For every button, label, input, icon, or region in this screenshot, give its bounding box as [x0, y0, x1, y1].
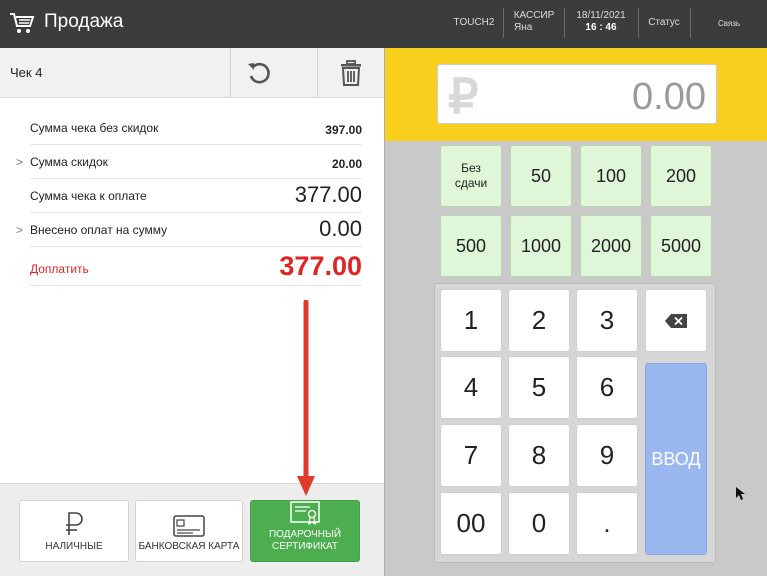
connection-status[interactable]: Связь	[706, 18, 752, 46]
payment-panel: ₽ 0.00 Без сдачи 50 100 200 500 1000 2000…	[384, 48, 767, 576]
key-decimal[interactable]: .	[576, 492, 638, 555]
amount-area: ₽ 0.00	[385, 48, 767, 141]
mouse-cursor-icon	[736, 487, 745, 500]
quick-amount-100[interactable]: 100	[580, 145, 642, 207]
row-due: Доплатить 377.00	[30, 248, 362, 286]
chevron-right-icon: >	[16, 155, 24, 169]
cart-icon	[10, 13, 35, 33]
check-header: Чек 4	[0, 48, 384, 98]
quick-amount-1000[interactable]: 1000	[510, 215, 572, 277]
cash-label: НАЛИЧНЫЕ	[45, 541, 103, 552]
no-change-label-1: Без	[461, 161, 481, 175]
delete-button[interactable]	[317, 48, 384, 98]
key-6[interactable]: 6	[576, 356, 638, 419]
gift-certificate-button[interactable]: ПОДАРОЧНЫЙ СЕРТИФИКАТ	[250, 500, 360, 562]
backspace-icon	[665, 313, 687, 328]
row-total-to-pay: Сумма чека к оплате 377.00	[30, 179, 362, 213]
top-bar: Продажа TOUCH2 КАССИР Яна 18/11/2021 16 …	[0, 0, 767, 48]
annotation-arrow-icon	[297, 300, 315, 496]
gift-label-1: ПОДАРОЧНЫЙ	[268, 529, 342, 540]
no-change-label-2: сдачи	[454, 176, 488, 190]
row-label: Внесено оплат на сумму	[30, 223, 168, 237]
backspace-button[interactable]	[645, 289, 707, 352]
quick-amount-500[interactable]: 500	[440, 215, 502, 277]
quick-amount-200[interactable]: 200	[650, 145, 712, 207]
page-title: Продажа	[44, 11, 124, 32]
certificate-icon	[290, 501, 320, 525]
row-label: Сумма чека к оплате	[30, 189, 147, 203]
row-label: Доплатить	[30, 262, 89, 276]
check-title: Чек 4	[10, 65, 43, 80]
cashier-label: КАССИР	[513, 10, 555, 21]
key-1[interactable]: 1	[440, 289, 502, 352]
row-value: 377.00	[294, 182, 362, 207]
key-5[interactable]: 5	[508, 356, 570, 419]
row-value: 397.00	[325, 123, 362, 137]
ruble-icon: ₽	[448, 71, 479, 124]
cashier-info: КАССИР Яна	[508, 10, 560, 38]
trash-icon	[341, 60, 361, 86]
quick-amount-2000[interactable]: 2000	[580, 215, 642, 277]
key-9[interactable]: 9	[576, 424, 638, 487]
ruble-icon	[66, 512, 83, 535]
date: 18/11/2021	[576, 10, 626, 21]
amount-value: 0.00	[632, 76, 706, 118]
check-panel: Чек 4 Сумма чека без скидок 397.00 > Сум…	[0, 48, 384, 576]
key-2[interactable]: 2	[508, 289, 570, 352]
bank-card-icon	[173, 515, 205, 537]
device-name: TOUCH2	[453, 17, 495, 28]
key-4[interactable]: 4	[440, 356, 502, 419]
key-3[interactable]: 3	[576, 289, 638, 352]
row-value: 0.00	[319, 216, 362, 241]
cashier-name: Яна	[514, 22, 533, 33]
amount-input[interactable]: ₽ 0.00	[437, 64, 717, 124]
payment-methods: НАЛИЧНЫЕ БАНКОВСКАЯ КАРТА ПОДАРОЧНЫЙ СЕР…	[0, 483, 384, 576]
chevron-right-icon: >	[16, 223, 24, 237]
numpad: 1 2 3 4 5 6 7 8 9 00 0 . ВВОД	[434, 283, 716, 563]
date-time: 18/11/2021 16 : 46	[568, 10, 634, 38]
gift-label-2: СЕРТИФИКАТ	[271, 541, 339, 552]
key-7[interactable]: 7	[440, 424, 502, 487]
undo-button[interactable]	[230, 48, 287, 98]
row-value: 20.00	[331, 157, 362, 171]
row-label: Сумма чека без скидок	[30, 121, 159, 135]
key-8[interactable]: 8	[508, 424, 570, 487]
row-discounts[interactable]: > Сумма скидок 20.00	[16, 145, 362, 179]
row-total-no-discount: Сумма чека без скидок 397.00	[30, 111, 362, 145]
row-label: Сумма скидок	[30, 155, 108, 169]
row-paid[interactable]: > Внесено оплат на сумму 0.00	[16, 213, 362, 247]
status-button[interactable]: Статус	[642, 17, 686, 45]
key-0[interactable]: 0	[508, 492, 570, 555]
no-change-button[interactable]: Без сдачи	[440, 145, 502, 207]
time: 16 : 46	[585, 22, 617, 33]
quick-amount-50[interactable]: 50	[510, 145, 572, 207]
card-label: БАНКОВСКАЯ КАРТА	[138, 541, 240, 552]
card-button[interactable]: БАНКОВСКАЯ КАРТА	[135, 500, 243, 562]
undo-icon	[248, 62, 270, 84]
quick-amount-5000[interactable]: 5000	[650, 215, 712, 277]
enter-button[interactable]: ВВОД	[645, 363, 707, 555]
row-value: 377.00	[279, 251, 362, 281]
cash-button[interactable]: НАЛИЧНЫЕ	[19, 500, 129, 562]
key-00[interactable]: 00	[440, 492, 502, 555]
